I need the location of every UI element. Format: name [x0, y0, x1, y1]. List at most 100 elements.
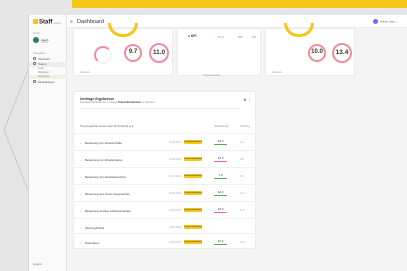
stat-value-2: 9.5: [238, 35, 243, 39]
row-previous: 9.8: [240, 157, 244, 161]
gauge-value-2: 11.0: [149, 43, 169, 63]
row-label: Wertung/Detail: [85, 225, 105, 230]
chevron-right-icon[interactable]: ›: [80, 158, 81, 162]
sidebar-item-overview[interactable]: Übersicht: [29, 57, 67, 62]
row-previous: 10.0: [240, 240, 246, 244]
sidebar-item-teams[interactable]: Teams: [29, 62, 67, 67]
sidebar-section-nav: Navigation: [33, 52, 46, 55]
chevron-right-icon[interactable]: ›: [80, 192, 81, 196]
gauge-value-2: 13.4: [332, 43, 352, 63]
table-row[interactable]: › Bewertung der Arbeitsinhalte 13.03.202…: [74, 133, 257, 150]
row-score: 12.4: [217, 189, 224, 194]
sidebar-item-label: Übersicht: [38, 57, 50, 61]
status-badge: Teamzufriedenheit: [184, 173, 202, 178]
row-date: 13.03.2023: [169, 240, 181, 244]
score-bar: [214, 211, 227, 213]
score-bar: [214, 160, 227, 162]
metrics-mid-caption: Vergleichswerte: [203, 74, 220, 77]
row-previous: 11.2: [240, 191, 245, 195]
avatar: [373, 18, 379, 24]
score-bar: [214, 194, 227, 196]
user-menu[interactable]: Admin User ⌄: [373, 18, 398, 24]
status-badge: Teamzufriedenheit: [184, 190, 202, 195]
kpi-icon: ●: [188, 34, 190, 38]
list-subtitle: Durchschnittswerte der Umfrage Teamzufri…: [80, 101, 155, 104]
avatar[interactable]: [33, 37, 39, 43]
list-actions-icons[interactable]: ⚙ ⋮: [243, 98, 251, 102]
kpi-label: ● KPI: [188, 34, 196, 38]
score-bar: [214, 143, 227, 145]
gauge-yellow-arc: [108, 23, 138, 37]
app-logo[interactable]: StaffCone: [33, 19, 61, 26]
table-row[interactable]: › Bewertung der Arbeitsbereiches 13.03.2…: [74, 167, 257, 184]
chevron-right-icon[interactable]: ›: [80, 175, 81, 179]
gauge-value-1: 10.0: [308, 44, 326, 62]
sidebar-subitem-categories[interactable]: Kategorien: [29, 75, 67, 80]
survey-results-card: Umfrage-Ergebnisse Durchschnittswerte de…: [73, 91, 257, 250]
score-bar: [214, 243, 227, 245]
list-header-previous: Vorherig: [240, 125, 250, 128]
sidebar-item-label: Teams: [38, 62, 47, 66]
list-header-sort[interactable]: Themengebiete sortiert nach Durchschnitt…: [80, 125, 134, 128]
metrics-card-right: 10.0 13.4 Zeitraum: [265, 23, 355, 76]
list-header-average: Durchschnitt: [214, 125, 229, 128]
row-date: 13.03.2023: [169, 191, 181, 195]
status-badge: Teamzufriedenheit: [184, 139, 202, 144]
menu-icon[interactable]: ≡: [70, 19, 73, 25]
row-score: 12.0: [217, 206, 224, 211]
row-date: 13.03.2023: [169, 157, 181, 161]
table-row[interactable]: › Datenlisten 13.03.2023 Teamzufriedenhe…: [74, 233, 257, 250]
logout-button[interactable]: Logout: [33, 262, 42, 266]
list-subtitle-suffix: im Zeitraum: [141, 101, 156, 104]
table-row[interactable]: › Bewertung des Team-Vorgesetzten 13.03.…: [74, 184, 257, 201]
chevron-right-icon[interactable]: ›: [80, 226, 81, 230]
row-previous: 11.5: [240, 208, 245, 212]
gear-icon: [33, 80, 36, 84]
user-menu-label: Admin User: [380, 19, 395, 23]
sidebar: StaffCone Konto Jakob Admin Navigation Ü…: [29, 15, 67, 271]
row-previous: 6.9: [240, 174, 244, 178]
row-label: Bewertung der Arbeitsbereiches: [85, 174, 126, 179]
list-subtitle-prefix: Durchschnittswerte der Umfrage: [80, 101, 118, 104]
status-badge: Teamzufriedenheit: [184, 156, 202, 161]
list-subtitle-survey: Teamzufriedenheit: [117, 101, 141, 104]
table-row[interactable]: › Bewertung der Arbeitsplatzes 13.03.202…: [74, 150, 257, 167]
row-previous: 9.5: [240, 140, 244, 144]
row-label: Bewertung der/des Arbeitsumfeldes: [85, 208, 131, 213]
score-bar: [214, 177, 227, 179]
kpi-title: KPI: [190, 34, 197, 38]
row-label: Bewertung des Team-Vorgesetzten: [85, 191, 130, 196]
chevron-right-icon[interactable]: ›: [80, 141, 81, 145]
stat-value-1: 10.0: [218, 35, 224, 39]
table-row[interactable]: › Bewertung der/des Arbeitsumfeldes 13.0…: [74, 201, 257, 218]
row-date: 13.03.2023: [169, 174, 181, 178]
gauge-small: [94, 46, 112, 64]
chevron-right-icon[interactable]: ›: [80, 241, 81, 245]
status-badge: Teamzufriedenheit: [184, 224, 202, 229]
metrics-card-left: 9.7 11.0 Zeitraum: [73, 23, 173, 76]
row-date: 13.03.2023: [169, 225, 181, 229]
row-score: 7.3: [218, 172, 223, 177]
logo-text: Staff: [39, 19, 53, 26]
list-divider: [80, 108, 240, 109]
chevron-right-icon[interactable]: ›: [80, 209, 81, 213]
app-window: StaffCone Konto Jakob Admin Navigation Ü…: [28, 15, 407, 271]
row-score: 10.5: [217, 155, 224, 160]
logo-icon: [33, 19, 38, 24]
top-accent-bar: [72, 0, 407, 8]
row-label: Datenlisten: [85, 240, 100, 245]
row-score: 10.0: [217, 138, 224, 143]
stat-value-3: 8.5: [252, 35, 257, 39]
gauge-yellow-arc: [284, 23, 314, 37]
logo-suffix: Cone: [53, 20, 61, 25]
status-badge: Teamzufriedenheit: [184, 207, 202, 212]
row-date: 13.03.2023: [169, 208, 181, 212]
metrics-card-middle: ● KPI 10.0 9.5 8.5 Vergleichswerte: [177, 28, 261, 77]
status-badge: Teamzufriedenheit: [184, 239, 202, 244]
sidebar-section-account: Konto: [33, 32, 40, 35]
sidebar-item-settings[interactable]: Einstellungen: [29, 80, 67, 85]
page-title: Dashboard: [77, 18, 104, 25]
gauge-value-1: 9.7: [124, 44, 142, 62]
home-icon: [33, 57, 36, 61]
row-score: 10.2: [217, 238, 224, 243]
